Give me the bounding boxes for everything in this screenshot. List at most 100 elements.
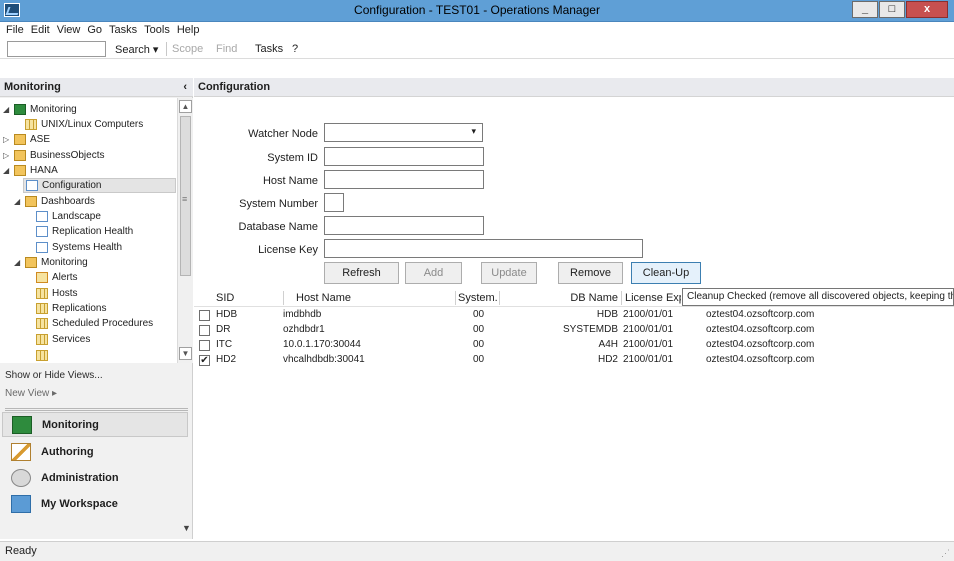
window-controls: _ □ x <box>852 1 948 18</box>
expander-icon[interactable]: ◢ <box>14 258 23 267</box>
column-header-sid[interactable]: SID <box>216 292 234 304</box>
cell-license-expiration: 2100/01/01 <box>623 354 674 365</box>
tree-item-services[interactable]: Services <box>36 332 90 347</box>
license-key-input[interactable] <box>324 239 643 258</box>
state-view-icon <box>36 318 48 329</box>
row-checkbox[interactable] <box>199 340 210 351</box>
column-header-host-name[interactable]: Host Name <box>296 292 351 304</box>
menu-file[interactable]: File <box>4 22 29 40</box>
close-button[interactable]: x <box>906 1 948 18</box>
tree-item-label: BusinessObjects <box>30 150 105 161</box>
database-name-input[interactable] <box>324 216 484 235</box>
refresh-button[interactable]: Refresh <box>324 262 399 284</box>
menu-tools[interactable]: Tools <box>142 22 175 40</box>
menu-tasks[interactable]: Tasks <box>107 22 142 40</box>
pane-splitter[interactable] <box>5 408 188 411</box>
add-button[interactable]: Add <box>405 262 462 284</box>
tree-item-label: UNIX/Linux Computers <box>41 119 144 130</box>
tree-item-replication-health[interactable]: Replication Health <box>36 224 133 239</box>
search-input[interactable] <box>7 41 106 57</box>
new-view-link[interactable]: New View ▸ <box>5 388 57 399</box>
menu-edit[interactable]: Edit <box>29 22 55 40</box>
column-divider[interactable] <box>499 291 500 305</box>
tree-item-landscape[interactable]: Landscape <box>36 209 101 224</box>
help-icon[interactable]: ? <box>292 43 298 55</box>
monitoring-icon <box>12 415 32 434</box>
search-button[interactable]: Search ▾ <box>115 43 158 56</box>
tree-item-configuration[interactable]: Configuration <box>23 178 176 193</box>
row-checkbox[interactable] <box>199 325 210 336</box>
cell-system-number: 00 <box>473 309 485 320</box>
tree-item-scheduled-procedures[interactable]: Scheduled Procedures <box>36 316 153 331</box>
tree-item-hosts[interactable]: Hosts <box>36 286 78 301</box>
expander-icon[interactable]: ▷ <box>3 135 12 144</box>
watcher-node-select[interactable]: ▾ <box>324 123 483 142</box>
tree-item-label: Systems Health <box>52 242 123 253</box>
remove-button[interactable]: Remove <box>558 262 623 284</box>
host-name-input[interactable] <box>324 170 484 189</box>
scope-button[interactable]: Scope <box>172 43 203 55</box>
tree-item-label: Replications <box>52 303 107 314</box>
expander-icon[interactable]: ◢ <box>3 105 12 114</box>
collapse-pane-icon[interactable]: ‹ <box>183 81 187 93</box>
system-id-input[interactable] <box>324 147 484 166</box>
column-divider[interactable] <box>455 291 456 305</box>
database-name-label: Database Name <box>238 221 319 233</box>
row-checkbox[interactable] <box>199 310 210 321</box>
column-header-db-name[interactable]: DB Name <box>504 292 618 304</box>
column-header-license-expiration[interactable]: License Expira <box>625 292 681 304</box>
wunderbar-authoring[interactable]: Authoring <box>2 439 188 464</box>
wunderbar-monitoring[interactable]: Monitoring <box>2 412 188 437</box>
expander-icon[interactable]: ▷ <box>3 151 12 160</box>
tree-item-systems-health[interactable]: Systems Health <box>36 240 122 255</box>
row-checkbox[interactable]: ✔ <box>199 355 210 366</box>
folder-icon <box>14 150 26 161</box>
tree-item-monitoring[interactable]: ◢ Monitoring <box>3 102 77 117</box>
tree-item-businessobjects[interactable]: ▷ BusinessObjects <box>3 148 104 163</box>
find-button[interactable]: Find <box>216 43 237 55</box>
wunderbar-administration[interactable]: Administration <box>2 465 188 490</box>
tree-item-alerts[interactable]: Alerts <box>36 270 78 285</box>
scroll-up-icon[interactable]: ▲ <box>179 100 192 113</box>
nav-tree-scrollbar[interactable]: ▲ ≡ ▼ <box>177 98 193 363</box>
tree-item-unix-linux-computers[interactable]: UNIX/Linux Computers <box>25 117 143 132</box>
menu-go[interactable]: Go <box>85 22 107 40</box>
workspace-icon <box>11 494 31 513</box>
tree-item-dashboards[interactable]: ◢ Dashboards <box>14 194 95 209</box>
column-divider[interactable] <box>621 291 622 305</box>
minimize-button[interactable]: _ <box>852 1 878 18</box>
state-view-icon <box>36 350 48 361</box>
show-hide-views-link[interactable]: Show or Hide Views... <box>5 370 103 381</box>
table-row[interactable]: ITC 10.0.1.170:30044 00 A4H 2100/01/01 o… <box>194 338 954 353</box>
table-row[interactable]: HDB imdbhdb 00 HDB 2100/01/01 oztest04.o… <box>194 308 954 323</box>
scroll-down-icon[interactable]: ▼ <box>179 347 192 360</box>
update-button[interactable]: Update <box>481 262 537 284</box>
dashboard-view-icon <box>26 180 38 191</box>
tree-item-ase[interactable]: ▷ ASE <box>3 132 50 147</box>
content-pane-header: Configuration <box>194 78 954 97</box>
column-divider[interactable] <box>283 291 284 305</box>
table-row[interactable]: DR ozhdbdr1 00 SYSTEMDB 2100/01/01 oztes… <box>194 323 954 338</box>
expander-icon[interactable]: ◢ <box>3 166 12 175</box>
tasks-button[interactable]: Tasks <box>255 43 283 55</box>
table-row[interactable]: ✔ HD2 vhcalhdbdb:30041 00 HD2 2100/01/01… <box>194 353 954 368</box>
resize-grip-icon[interactable]: ⋰ <box>941 548 950 559</box>
tree-item-hana[interactable]: ◢ HANA <box>3 163 58 178</box>
tree-item-partial[interactable] <box>36 348 52 363</box>
alert-view-icon <box>36 272 48 283</box>
wunderbar-label: My Workspace <box>41 497 118 510</box>
menu-help[interactable]: Help <box>175 22 205 40</box>
menu-view[interactable]: View <box>55 22 86 40</box>
chevron-down-icon[interactable]: ▼ <box>182 523 191 533</box>
watcher-node-label: Watcher Node <box>248 128 318 140</box>
state-view-icon <box>36 334 48 345</box>
clean-up-button[interactable]: Clean-Up <box>631 262 701 284</box>
tree-item-hana-monitoring[interactable]: ◢ Monitoring <box>14 255 88 270</box>
column-header-system-number[interactable]: System... <box>458 292 498 304</box>
maximize-button[interactable]: □ <box>879 1 905 18</box>
expander-icon[interactable]: ◢ <box>14 197 23 206</box>
wunderbar-my-workspace[interactable]: My Workspace <box>2 491 188 516</box>
system-number-input[interactable] <box>324 193 344 212</box>
tree-item-replications[interactable]: Replications <box>36 301 106 316</box>
folder-icon <box>25 196 37 207</box>
